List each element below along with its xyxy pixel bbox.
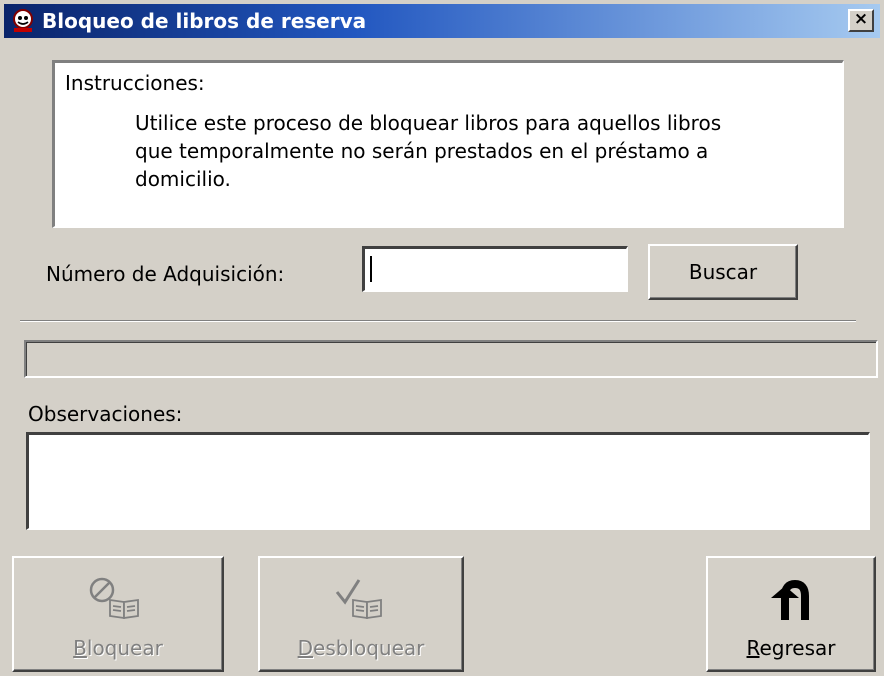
return-button-label: Regresar — [746, 636, 836, 660]
text-caret — [370, 256, 372, 282]
close-icon: × — [853, 9, 869, 29]
u-turn-arrow-icon — [767, 568, 815, 622]
status-display — [24, 340, 878, 378]
unblock-button[interactable]: Desbloquear — [258, 556, 464, 672]
acquisition-number-label: Número de Adquisición: — [46, 262, 285, 286]
search-button[interactable]: Buscar — [648, 244, 798, 300]
title-bar: Bloqueo de libros de reserva × — [4, 4, 880, 38]
observations-field[interactable] — [26, 432, 870, 530]
block-button-label: Bloquear — [73, 636, 163, 660]
unblock-button-label: Desbloquear — [297, 636, 425, 660]
window-title: Bloqueo de libros de reserva — [42, 9, 367, 33]
observations-label: Observaciones: — [28, 402, 183, 426]
block-button[interactable]: Bloquear — [12, 556, 224, 672]
close-button[interactable]: × — [848, 9, 874, 32]
separator-line — [20, 320, 856, 322]
acquisition-number-input[interactable] — [362, 246, 628, 292]
return-button[interactable]: Regresar — [706, 556, 876, 672]
block-book-icon — [86, 568, 150, 622]
app-icon — [10, 8, 36, 34]
check-book-icon — [329, 568, 393, 622]
instructions-text: Utilice este proceso de bloquear libros … — [135, 111, 722, 191]
instructions-panel: Instrucciones: Utilice este proceso de b… — [52, 60, 844, 228]
search-button-label: Buscar — [688, 260, 758, 284]
instructions-label: Instrucciones: — [65, 71, 205, 95]
